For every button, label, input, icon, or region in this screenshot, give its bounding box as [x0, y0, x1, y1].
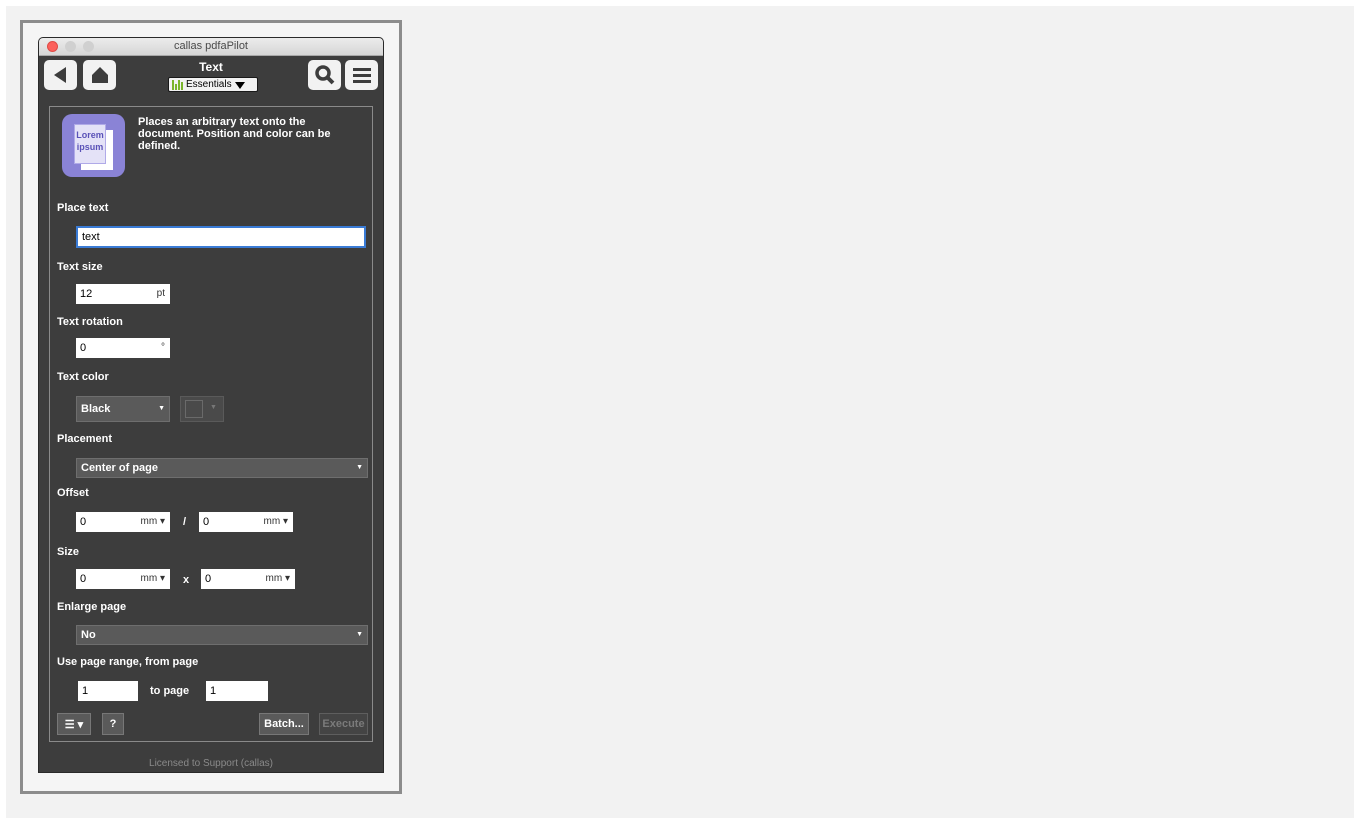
page-range-label: Use page range, from page [57, 656, 199, 668]
list-menu-icon: ☰ ▾ [64, 718, 84, 731]
text-size-value: 12 [80, 288, 93, 300]
search-icon [314, 65, 334, 85]
text-color-select[interactable]: Black ▼ [76, 396, 170, 422]
text-size-label: Text size [57, 261, 103, 273]
placement-select[interactable]: Center of page ▼ [76, 458, 368, 478]
text-color-label: Text color [57, 371, 109, 383]
enlarge-page-value: No [81, 629, 96, 641]
help-label: ? [109, 718, 117, 730]
text-size-unit: pt [156, 288, 165, 299]
chevron-down-icon [234, 81, 245, 89]
execute-button[interactable]: Execute [319, 713, 368, 735]
essentials-dropdown[interactable]: Essentials [168, 77, 258, 92]
batch-label: Batch... [264, 718, 304, 730]
essentials-label: Essentials [186, 79, 232, 90]
help-button[interactable]: ? [102, 713, 124, 735]
icon-text-lorem: Lorem [76, 130, 104, 140]
page-title: Text [199, 60, 223, 74]
size-width-input[interactable]: 0 mm ▾ [76, 569, 170, 589]
text-fixup-icon: Lorem ipsum [62, 114, 125, 177]
offset-x-input[interactable]: 0 mm ▾ [76, 512, 170, 532]
search-button[interactable] [308, 60, 341, 90]
text-rotation-value: 0 [80, 342, 87, 354]
color-swatch-picker[interactable]: ▼ [180, 396, 224, 422]
execute-label: Execute [322, 718, 365, 730]
offset-label: Offset [57, 487, 89, 499]
text-rotation-input[interactable]: 0 ° [76, 338, 170, 358]
size-width-value: 0 [80, 573, 87, 585]
chevron-down-icon: ▼ [356, 631, 363, 638]
size-height-unit: mm [265, 573, 283, 584]
placement-label: Placement [57, 433, 113, 445]
enlarge-page-label: Enlarge page [57, 601, 127, 613]
color-swatch [185, 400, 203, 418]
range-from-input[interactable]: 1 [78, 681, 138, 701]
license-footer: Licensed to Support (callas) [149, 758, 273, 769]
offset-y-value: 0 [203, 516, 210, 528]
size-height-value: 0 [205, 573, 212, 585]
window-title: callas pdfaPilot [174, 40, 248, 52]
home-button[interactable] [83, 60, 116, 90]
text-size-input[interactable]: 12 pt [76, 284, 170, 304]
range-to-label: to page [150, 685, 190, 697]
size-separator: x [183, 574, 190, 586]
back-arrow-icon [53, 67, 66, 83]
placement-value: Center of page [81, 462, 159, 474]
back-button[interactable] [44, 60, 77, 90]
menu-button[interactable] [345, 60, 378, 90]
chevron-down-icon: ▼ [158, 405, 165, 412]
offset-x-unit: mm [140, 516, 158, 527]
offset-y-unit-select[interactable]: mm ▾ [264, 512, 288, 532]
text-rotation-unit: ° [161, 342, 165, 353]
place-text-label: Place text [57, 202, 109, 214]
offset-y-input[interactable]: 0 mm ▾ [199, 512, 293, 532]
enlarge-page-select[interactable]: No ▼ [76, 625, 368, 645]
chevron-down-icon: ▼ [210, 404, 217, 411]
icon-text-ipsum: ipsum [76, 142, 104, 152]
size-height-unit-select[interactable]: mm ▾ [266, 569, 290, 589]
batch-button[interactable]: Batch... [259, 713, 309, 735]
offset-x-unit-select[interactable]: mm ▾ [141, 512, 165, 532]
text-color-value: Black [81, 403, 111, 415]
options-menu-button[interactable]: ☰ ▾ [57, 713, 91, 735]
offset-separator: / [183, 516, 187, 528]
text-rotation-label: Text rotation [57, 316, 123, 328]
menu-icon [352, 68, 371, 83]
size-height-input[interactable]: 0 mm ▾ [201, 569, 295, 589]
range-to-input[interactable]: 1 [206, 681, 268, 701]
size-label: Size [57, 546, 80, 558]
home-icon [91, 67, 108, 83]
essentials-bars-icon [172, 79, 183, 90]
place-text-input[interactable]: text [76, 226, 366, 248]
fixup-description: Places an arbitrary text onto the docume… [138, 116, 331, 152]
offset-x-value: 0 [80, 516, 87, 528]
size-width-unit: mm [140, 573, 158, 584]
size-width-unit-select[interactable]: mm ▾ [141, 569, 165, 589]
title-bar[interactable]: callas pdfaPilot [39, 38, 383, 56]
chevron-down-icon: ▼ [356, 464, 363, 471]
offset-y-unit: mm [263, 516, 281, 527]
